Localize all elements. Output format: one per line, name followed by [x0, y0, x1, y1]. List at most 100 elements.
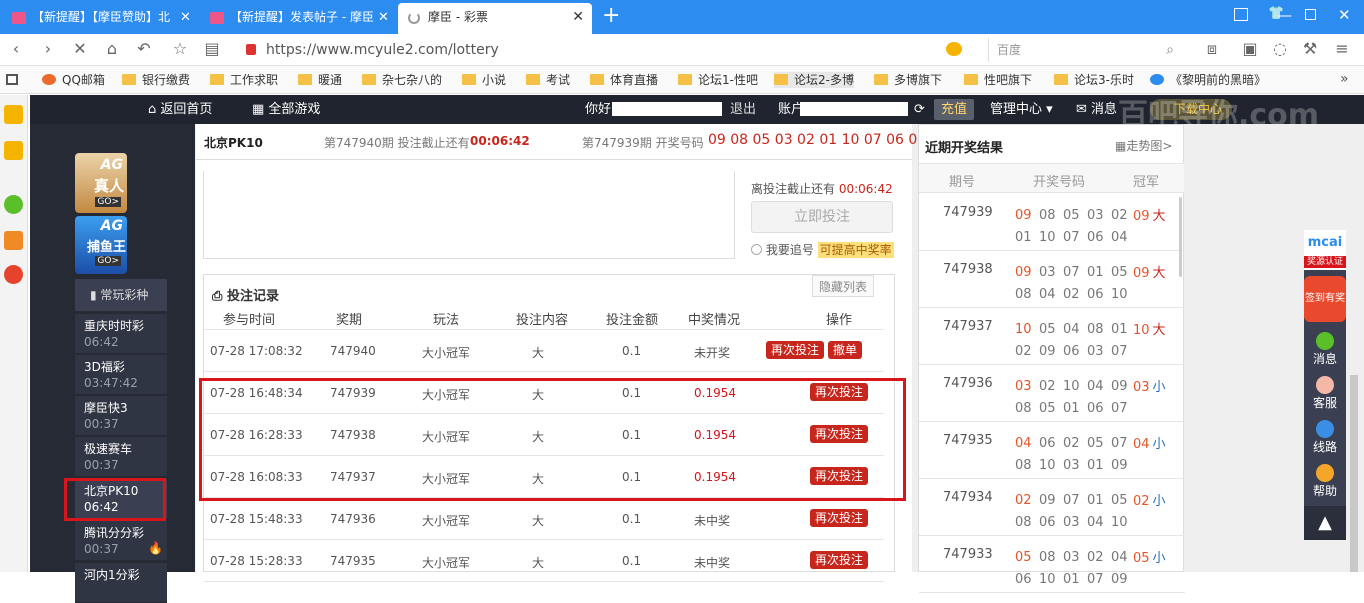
result-number: 10	[1015, 322, 1032, 337]
last-numbers: 09 08 05 03 02 01 10 07 06 04	[708, 132, 927, 148]
sidebar-toggle-icon[interactable]	[1234, 8, 1248, 21]
bookmark-item[interactable]: 小说	[462, 72, 506, 88]
stop-icon[interactable]: ✕	[70, 40, 90, 58]
float-lines[interactable]: 线路	[1304, 416, 1346, 456]
last-period: 第747939期 开奖号码	[582, 136, 704, 150]
speech-icon[interactable]: ◌	[1270, 40, 1290, 58]
recharge-button[interactable]: 充值	[934, 99, 975, 120]
results-scrollbar[interactable]	[1179, 197, 1182, 277]
bookmark-item[interactable]: QQ邮箱	[42, 72, 105, 88]
bookmark-item[interactable]: 杂七杂八的	[362, 72, 442, 88]
float-service[interactable]: 客服	[1304, 372, 1346, 412]
tab-2[interactable]: 【新提醒】发表帖子 - 摩臣	[200, 3, 396, 34]
bet-now-button[interactable]: 立即投注	[751, 201, 893, 233]
bookmark-item[interactable]: 论坛1-性吧	[678, 72, 758, 88]
service-avatar-icon	[1316, 376, 1334, 394]
bookmark-label: 暖通	[318, 73, 343, 87]
float-messages[interactable]: 消息	[1304, 328, 1346, 368]
bookmark-item[interactable]: 暖通	[298, 72, 342, 88]
mcai-cert-badge[interactable]: mcai 奖源认证	[1304, 230, 1346, 270]
page-scrollbar[interactable]	[1350, 375, 1358, 572]
rebet-button[interactable]: 再次投注	[766, 341, 825, 359]
result-champion: 10 大	[1133, 323, 1166, 338]
manage-center-menu[interactable]: 管理中心 ▾	[990, 102, 1053, 117]
bookmark-item[interactable]: 工作求职	[210, 72, 278, 88]
sidebar-item-mck3[interactable]: 摩臣快3 00:37	[75, 396, 167, 436]
bookmark-item[interactable]: 论坛3-乐时	[1054, 72, 1134, 88]
bookmark-item[interactable]: 多博旗下	[874, 72, 942, 88]
all-games-label: 全部游戏	[268, 102, 321, 117]
result-period: 747935	[943, 433, 993, 448]
follow-bet-toggle[interactable]: 我要追号 可提高中奖率	[751, 241, 894, 258]
messages-link[interactable]: ✉ 消息	[1076, 102, 1117, 117]
result-row: 747934 02 09 07 01 05 08 06 03 04 10 02 小	[919, 479, 1185, 536]
float-help[interactable]: 帮助	[1304, 460, 1346, 500]
home-icon[interactable]: ⌂	[102, 40, 122, 58]
window-close-icon[interactable]: ✕	[1338, 6, 1351, 24]
notes-icon[interactable]	[4, 141, 23, 160]
chat-icon[interactable]	[4, 195, 23, 214]
search-icon[interactable]: ⌕	[1166, 38, 1174, 62]
bookmarks-toggle-icon[interactable]	[6, 74, 18, 85]
bookmark-item[interactable]: 考试	[526, 72, 570, 88]
minimize-icon[interactable]: —	[1278, 8, 1292, 24]
bookmark-item[interactable]: 体育直播	[590, 72, 658, 88]
rss-icon[interactable]	[4, 231, 23, 250]
result-number: 04	[1087, 379, 1104, 394]
search-input[interactable]: 百度 ⌕	[988, 38, 1184, 62]
more-bookmarks-icon[interactable]: »	[1340, 71, 1349, 87]
new-tab-icon[interactable]: +	[602, 2, 620, 30]
close-tab-icon[interactable]: ✕	[180, 3, 191, 32]
hide-list-button[interactable]: 隐藏列表	[812, 275, 875, 297]
close-tab-icon[interactable]: ✕	[378, 3, 389, 32]
sidebar-item-3d[interactable]: 3D福彩 03:47:42	[75, 355, 167, 395]
radio-icon[interactable]	[751, 244, 762, 255]
maximize-icon[interactable]	[1305, 9, 1316, 20]
back-to-top-button[interactable]: ▲	[1304, 506, 1346, 540]
folder-icon	[774, 74, 788, 85]
result-number: 01	[1015, 230, 1032, 245]
refresh-icon[interactable]: ⟳	[914, 102, 925, 117]
ag-fishing-banner[interactable]: AG 捕鱼王 GO>	[75, 216, 127, 274]
back-icon[interactable]: ‹	[6, 40, 26, 58]
sidebar-item-speed-racing[interactable]: 极速赛车 00:37	[75, 437, 167, 477]
ag-live-banner[interactable]: AG 真人 GO>	[75, 153, 127, 213]
result-number: 09	[1015, 265, 1032, 280]
all-games-link[interactable]: ▦ 全部游戏	[252, 102, 320, 117]
forward-icon[interactable]: ›	[38, 40, 58, 58]
favorite-star-icon[interactable]: ☆	[170, 40, 190, 58]
bee-extension-icon[interactable]	[946, 42, 962, 56]
countdown: 00:06:42	[470, 134, 530, 148]
screenshot-icon[interactable]: ⧈	[1202, 40, 1222, 58]
home-link[interactable]: ⌂ 返回首页	[148, 102, 212, 117]
trend-chart-link[interactable]: ▦走势图>	[1115, 137, 1172, 154]
rebet-button[interactable]: 再次投注	[810, 551, 869, 569]
cell-status: 未中奖	[694, 556, 731, 570]
close-tab-icon[interactable]: ✕	[572, 3, 584, 32]
bookmark-item[interactable]: 论坛2-多博	[774, 72, 854, 88]
cell-amount: 0.1	[622, 554, 642, 568]
bookmarks-bar: QQ邮箱 银行缴费 工作求职 暖通 杂七杂八的 小说 考试 体育直播 论坛1-性…	[0, 66, 1364, 94]
weibo-icon[interactable]	[4, 265, 23, 284]
sidebar-item-tencent[interactable]: 腾讯分分彩 00:37 🔥	[75, 521, 167, 561]
cancel-bet-button[interactable]: 撤单	[828, 341, 863, 359]
signin-reward-button[interactable]: 签到有奖	[1304, 276, 1346, 322]
bet-input-area[interactable]	[203, 171, 735, 259]
logout-link[interactable]: 退出	[730, 102, 756, 117]
address-bar[interactable]: https://www.mcyule2.com/lottery	[240, 37, 930, 63]
menu-icon[interactable]: ≡	[1332, 40, 1352, 58]
undo-icon[interactable]: ↶	[134, 40, 154, 58]
tools-icon[interactable]: ⚒	[1300, 40, 1320, 58]
bookmark-item[interactable]: 性吧旗下	[964, 72, 1032, 88]
reading-list-icon[interactable]: ▤	[202, 40, 222, 58]
sidebar-item-cqssc[interactable]: 重庆时时彩 06:42	[75, 314, 167, 354]
rebet-button[interactable]: 再次投注	[810, 509, 869, 527]
bookmark-item[interactable]: 《黎明前的黑暗》	[1150, 72, 1266, 88]
favorites-star-icon[interactable]	[4, 105, 23, 124]
tab-1[interactable]: 【新提醒】【摩臣赞助】北	[2, 3, 198, 34]
result-champion: 04 小	[1133, 437, 1166, 452]
briefcase-icon[interactable]: ▣	[1240, 40, 1260, 58]
sidebar-item-hanoi[interactable]: 河内1分彩	[75, 563, 167, 603]
tab-3-active[interactable]: 摩臣 - 彩票 ✕	[398, 3, 592, 34]
bookmark-item[interactable]: 银行缴费	[122, 72, 190, 88]
